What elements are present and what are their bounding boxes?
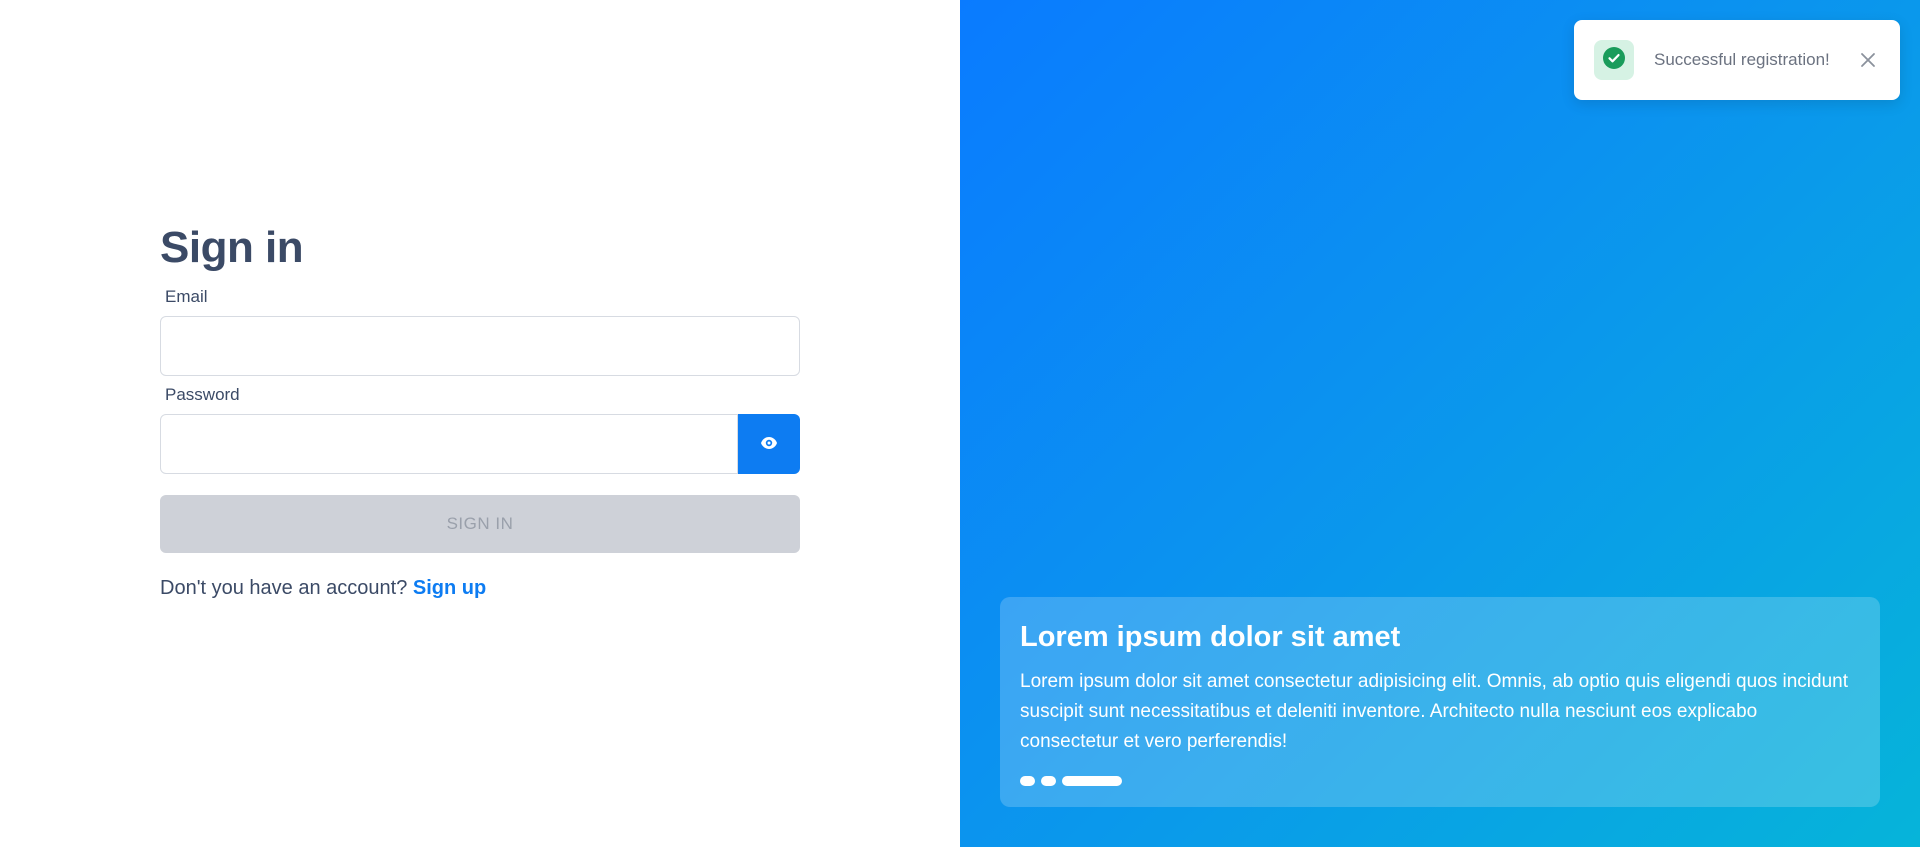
- carousel-dot-3[interactable]: [1062, 776, 1122, 786]
- check-circle-icon: [1603, 46, 1625, 74]
- toast-message: Successful registration!: [1654, 50, 1830, 69]
- signup-prompt: Don't you have an account? Sign up: [160, 577, 800, 600]
- carousel-dot-1[interactable]: [1020, 776, 1035, 786]
- promo-card: Lorem ipsum dolor sit amet Lorem ipsum d…: [1000, 597, 1880, 807]
- no-account-text: Don't you have an account?: [160, 577, 408, 599]
- password-row: [160, 414, 800, 474]
- email-label: Email: [165, 287, 208, 306]
- promo-body: Lorem ipsum dolor sit amet consectetur a…: [1020, 671, 1848, 752]
- toast-icon-badge: [1594, 40, 1634, 80]
- page-title: Sign in: [160, 223, 304, 272]
- toggle-password-button[interactable]: [738, 414, 800, 474]
- success-toast: Successful registration!: [1574, 20, 1900, 100]
- promo-title: Lorem ipsum dolor sit amet: [1020, 621, 1401, 653]
- signin-pane: Sign in Email Password SIGN IN Don't you…: [0, 0, 960, 847]
- carousel-dot-2[interactable]: [1041, 776, 1056, 786]
- carousel-indicators: [1020, 776, 1122, 786]
- promo-pane: Lorem ipsum dolor sit amet Lorem ipsum d…: [960, 0, 1920, 847]
- page: Sign in Email Password SIGN IN Don't you…: [0, 0, 1920, 847]
- close-icon[interactable]: [1856, 48, 1880, 72]
- signin-form: Sign in Email Password SIGN IN Don't you…: [160, 218, 800, 600]
- signup-link[interactable]: Sign up: [413, 577, 486, 599]
- password-field[interactable]: [160, 414, 738, 474]
- email-field[interactable]: [160, 316, 800, 376]
- password-label: Password: [165, 385, 240, 404]
- signin-button[interactable]: SIGN IN: [160, 495, 800, 553]
- eye-icon: [760, 436, 778, 453]
